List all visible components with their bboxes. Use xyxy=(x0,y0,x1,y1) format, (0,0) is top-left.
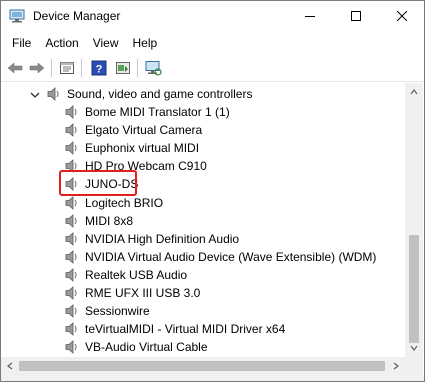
device-label: Realtek USB Audio xyxy=(85,268,188,282)
device-row[interactable]: VB-Audio Virtual Cable xyxy=(1,338,405,356)
device-row[interactable]: RME UFX III USB 3.0 xyxy=(1,284,405,302)
toolbar-separator xyxy=(81,59,82,77)
menu-help[interactable]: Help xyxy=(126,33,165,53)
update-driver-button[interactable] xyxy=(113,58,133,78)
device-label: Bome MIDI Translator 1 (1) xyxy=(85,105,230,119)
device-label: NVIDIA Virtual Audio Device (Wave Extens… xyxy=(85,250,377,264)
device-label: VB-Audio Virtual Cable xyxy=(85,340,208,354)
minimize-icon xyxy=(305,16,315,17)
title-bar[interactable]: Device Manager xyxy=(1,1,424,31)
device-row[interactable]: NVIDIA High Definition Audio xyxy=(1,230,405,248)
highlight-annotation xyxy=(59,170,137,196)
properties-button[interactable] xyxy=(57,58,77,78)
toolbar-separator xyxy=(51,59,52,77)
forward-button[interactable] xyxy=(27,58,47,78)
device-row[interactable]: Logitech BRIO xyxy=(1,194,405,212)
window-title: Device Manager xyxy=(33,9,121,23)
device-row[interactable]: Euphonix virtual MIDI xyxy=(1,139,405,157)
speaker-icon xyxy=(65,104,79,120)
properties-icon xyxy=(60,62,74,74)
vertical-scroll-thumb[interactable] xyxy=(409,235,419,343)
device-row[interactable]: Realtek USB Audio xyxy=(1,266,405,284)
scroll-right-icon xyxy=(393,362,399,370)
speaker-icon xyxy=(65,213,79,229)
menu-file[interactable]: File xyxy=(5,33,38,53)
device-manager-window: Device Manager File Action View Help ? S… xyxy=(0,0,425,382)
maximize-button[interactable] xyxy=(333,1,379,31)
help-icon: ? xyxy=(91,60,107,76)
forward-arrow-icon xyxy=(29,62,45,74)
device-label: NVIDIA High Definition Audio xyxy=(85,232,240,246)
device-label: MIDI 8x8 xyxy=(85,214,134,228)
device-label: Elgato Virtual Camera xyxy=(85,123,203,137)
device-row[interactable]: teVirtualMIDI - Virtual MIDI Driver x64 xyxy=(1,320,405,338)
device-label: teVirtualMIDI - Virtual MIDI Driver x64 xyxy=(85,322,286,336)
scroll-up-icon xyxy=(410,89,418,95)
monitor-scan-icon xyxy=(145,61,162,76)
device-label: RME UFX III USB 3.0 xyxy=(85,286,201,300)
scrollbar-corner xyxy=(405,357,423,375)
speaker-icon xyxy=(65,321,79,337)
device-row[interactable]: MIDI 8x8 xyxy=(1,212,405,230)
speaker-icon xyxy=(65,339,79,355)
menu-view[interactable]: View xyxy=(86,33,126,53)
scroll-up-arrow[interactable] xyxy=(405,83,423,101)
toolbar: ? xyxy=(1,55,424,82)
vertical-scrollbar[interactable] xyxy=(405,83,423,357)
back-button[interactable] xyxy=(5,58,25,78)
device-manager-icon xyxy=(9,9,25,23)
speaker-icon xyxy=(65,231,79,247)
speaker-icon xyxy=(65,249,79,265)
horizontal-scroll-thumb[interactable] xyxy=(19,361,385,371)
close-icon xyxy=(397,11,407,21)
scroll-left-icon xyxy=(7,362,13,370)
back-arrow-icon xyxy=(7,62,23,74)
scan-hardware-button[interactable] xyxy=(143,58,163,78)
scroll-down-icon xyxy=(410,345,418,351)
speaker-icon xyxy=(65,267,79,283)
device-label: Logitech BRIO xyxy=(85,196,164,210)
device-row[interactable]: Sessionwire xyxy=(1,302,405,320)
category-row[interactable]: Sound, video and game controllers xyxy=(1,85,405,103)
toolbar-separator xyxy=(137,59,138,77)
collapse-chevron-icon[interactable] xyxy=(29,88,41,100)
device-label: Sessionwire xyxy=(85,304,150,318)
scroll-right-arrow[interactable] xyxy=(387,357,405,375)
menu-action[interactable]: Action xyxy=(38,33,85,53)
speaker-icon xyxy=(65,140,79,156)
device-row[interactable]: Bome MIDI Translator 1 (1) xyxy=(1,103,405,121)
svg-text:?: ? xyxy=(96,64,103,76)
device-row[interactable]: NVIDIA Virtual Audio Device (Wave Extens… xyxy=(1,248,405,266)
minimize-button[interactable] xyxy=(287,1,333,31)
speaker-icon xyxy=(65,285,79,301)
speaker-icon xyxy=(47,86,61,102)
close-button[interactable] xyxy=(379,1,424,31)
scroll-down-arrow[interactable] xyxy=(405,339,423,357)
device-tree[interactable]: Sound, video and game controllers Bome M… xyxy=(1,83,405,357)
device-label: Euphonix virtual MIDI xyxy=(85,141,200,155)
speaker-icon xyxy=(65,122,79,138)
menu-bar: File Action View Help xyxy=(1,32,424,54)
horizontal-scrollbar[interactable] xyxy=(1,357,405,375)
help-button[interactable]: ? xyxy=(89,58,109,78)
update-driver-icon xyxy=(116,62,130,74)
speaker-icon xyxy=(65,195,79,211)
device-row[interactable]: Elgato Virtual Camera xyxy=(1,121,405,139)
scroll-left-arrow[interactable] xyxy=(1,357,19,375)
category-label: Sound, video and game controllers xyxy=(67,87,253,101)
maximize-icon xyxy=(351,11,361,21)
status-bar xyxy=(1,375,424,381)
speaker-icon xyxy=(65,303,79,319)
